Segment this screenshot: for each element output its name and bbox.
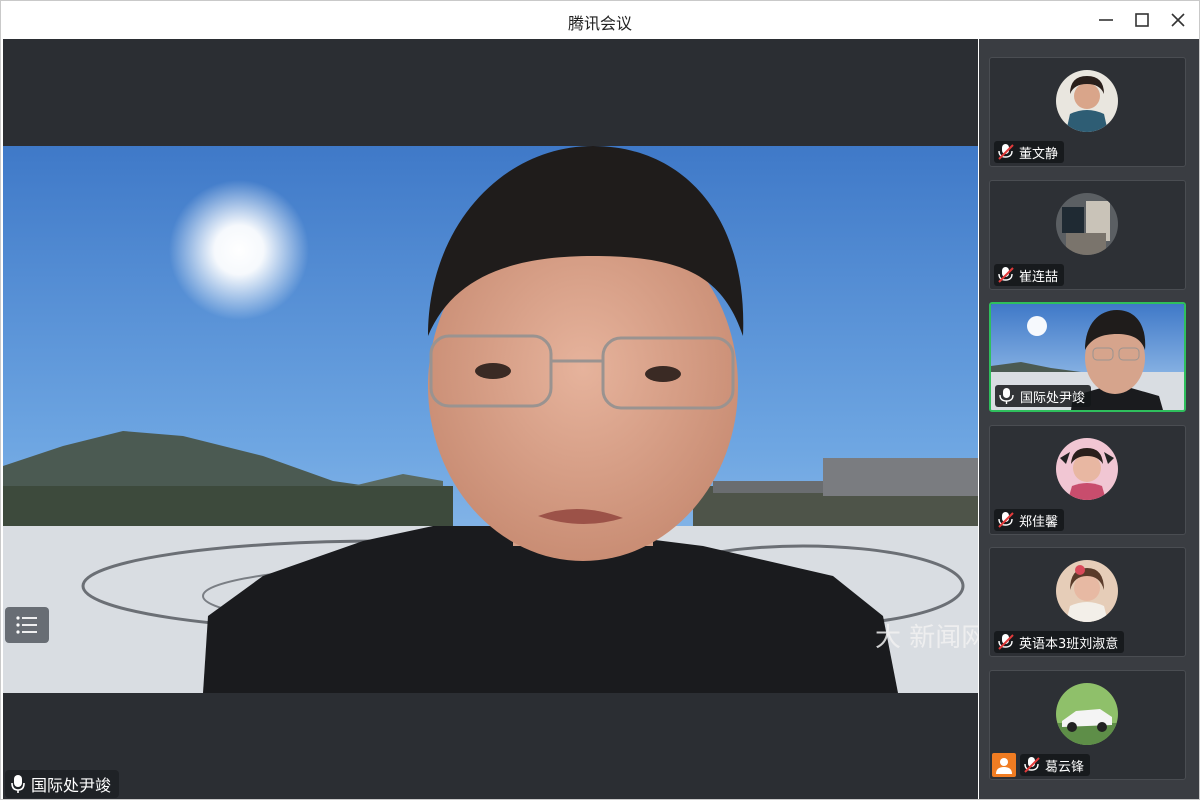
video-watermark: 大 新闻网 — [875, 623, 978, 653]
avatar — [1056, 70, 1118, 132]
participant-tile[interactable]: 葛云锋 — [989, 670, 1186, 780]
maximize-icon — [1135, 13, 1149, 27]
mic-muted-icon — [1024, 757, 1040, 773]
person-icon — [996, 758, 1012, 774]
participant-name: 郑佳馨 — [1019, 514, 1059, 530]
participant-tag: 国际处尹竣 — [995, 385, 1092, 407]
minimize-button[interactable] — [1095, 9, 1117, 31]
avatar — [1056, 683, 1118, 745]
avatar — [1056, 193, 1118, 255]
minimize-icon — [1099, 19, 1113, 21]
participant-name: 葛云锋 — [1045, 759, 1085, 775]
active-speaker-name: 国际处尹竣 — [31, 776, 112, 795]
main-video-area: 大 新闻网 国际处尹竣 — [3, 39, 978, 799]
list-icon — [16, 616, 37, 634]
participant-name: 崔连喆 — [1019, 269, 1059, 285]
maximize-button[interactable] — [1131, 9, 1153, 31]
main-video-feed: 大 新闻网 — [3, 146, 978, 693]
participant-sidebar: 董文静 崔连喆 国际处尹竣 郑佳馨 英语本3班刘淑意 葛云锋 — [979, 39, 1199, 799]
microphone-icon — [999, 388, 1014, 404]
close-icon — [1171, 13, 1185, 27]
speaker-video-frame: 大 新闻网 — [3, 146, 978, 693]
app-window: 腾讯会议 大 新闻网 国际处尹竣 董文静 崔连喆 国际处尹竣 郑佳馨 英语本3班… — [0, 0, 1200, 800]
participant-tag: 崔连喆 — [994, 264, 1065, 286]
microphone-icon — [11, 775, 25, 793]
mic-muted-icon — [998, 267, 1014, 283]
mic-muted-icon — [998, 144, 1014, 160]
participant-tag: 董文静 — [994, 141, 1065, 163]
mic-muted-icon — [998, 634, 1014, 650]
participant-list-button[interactable] — [5, 607, 49, 643]
participant-name: 英语本3班刘淑意 — [1019, 636, 1119, 652]
participant-tag: 葛云锋 — [1020, 754, 1091, 776]
participant-tag: 英语本3班刘淑意 — [994, 631, 1125, 653]
title-bar: 腾讯会议 — [1, 1, 1199, 39]
avatar — [1056, 560, 1118, 622]
person-badge — [992, 753, 1016, 777]
participant-tile[interactable]: 英语本3班刘淑意 — [989, 547, 1186, 657]
participant-tile[interactable]: 董文静 — [989, 57, 1186, 167]
participant-name: 董文静 — [1019, 146, 1059, 162]
participant-name: 国际处尹竣 — [1020, 390, 1086, 406]
participant-tile[interactable]: 郑佳馨 — [989, 425, 1186, 535]
window-title: 腾讯会议 — [567, 14, 632, 33]
participant-tile[interactable]: 崔连喆 — [989, 180, 1186, 290]
participant-tile-active[interactable]: 国际处尹竣 — [989, 302, 1186, 412]
avatar — [1056, 438, 1118, 500]
participant-tag: 郑佳馨 — [994, 509, 1065, 531]
close-button[interactable] — [1167, 9, 1189, 31]
mic-muted-icon — [998, 512, 1014, 528]
active-speaker-label: 国际处尹竣 — [5, 770, 120, 798]
